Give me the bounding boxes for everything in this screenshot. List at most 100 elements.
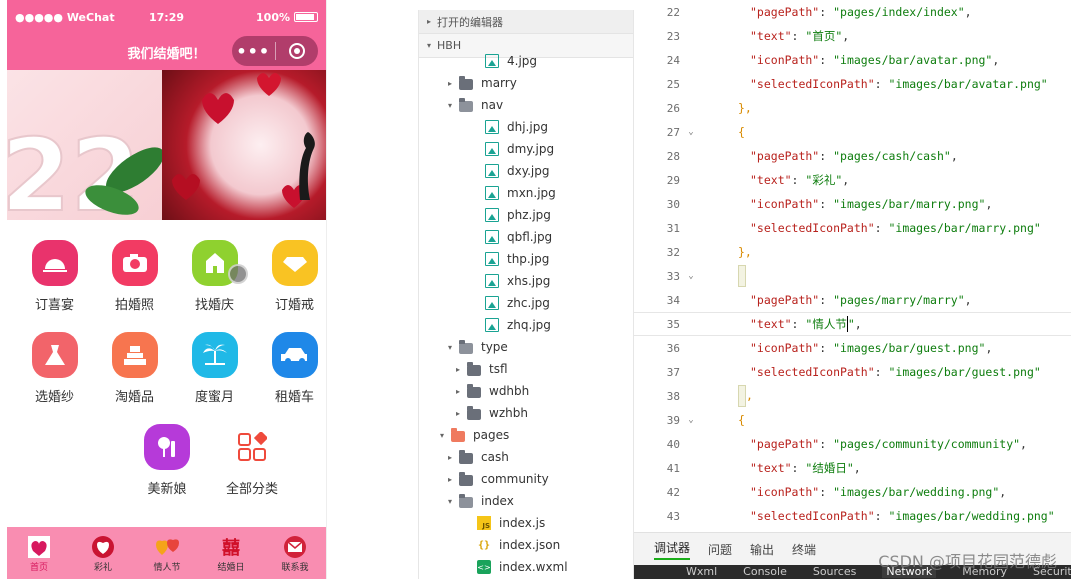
tree-item[interactable]: xhs.jpg: [419, 270, 633, 292]
pages-folder-icon: [451, 427, 465, 442]
tree-item-label: dxy.jpg: [507, 164, 550, 178]
expanded-arrow-icon: ▾: [447, 100, 452, 110]
open-editors-section[interactable]: ▸ 打开的编辑器: [419, 10, 633, 34]
grid-item-ring[interactable]: 订婚戒: [262, 228, 326, 320]
tree-item-label: nav: [481, 98, 504, 112]
tab-gift[interactable]: 彩礼: [71, 527, 135, 579]
couple-glyph: [28, 535, 50, 558]
fold-chevron-icon[interactable]: ⌄: [680, 271, 702, 281]
code-line[interactable]: 33 ⌄: [634, 264, 1071, 288]
devtools-tab-sources[interactable]: Sources: [813, 565, 857, 578]
code-line[interactable]: 25 "selectedIconPath": "images/bar/avatar…: [634, 72, 1071, 96]
code-line[interactable]: 37 "selectedIconPath": "images/bar/guest.…: [634, 360, 1071, 384]
grid-item-photo[interactable]: 拍婚照: [102, 228, 167, 320]
fold-chevron-icon[interactable]: ⌄: [680, 415, 702, 425]
close-miniprogram-button[interactable]: [276, 36, 319, 66]
code-line[interactable]: 24 "iconPath": "images/bar/avatar.png",: [634, 48, 1071, 72]
image-file-icon: [485, 252, 499, 266]
tab-terminal[interactable]: 终端: [792, 541, 816, 558]
tree-item[interactable]: JS index.js: [419, 512, 633, 534]
code-line[interactable]: 31 "selectedIconPath": "images/bar/marry.…: [634, 216, 1071, 240]
grid-item-banquet[interactable]: 订喜宴: [22, 228, 87, 320]
tab-debugger[interactable]: 调试器: [654, 539, 691, 560]
tree-item[interactable]: ▸ cash: [419, 446, 633, 468]
tree-item[interactable]: ▾ nav: [419, 94, 633, 116]
code-line[interactable]: 30 "iconPath": "images/bar/marry.png",: [634, 192, 1071, 216]
line-number: 37: [666, 365, 680, 379]
code-line[interactable]: 39 ⌄ {: [634, 408, 1071, 432]
grid-item-label: 美新娘: [147, 482, 187, 497]
code-lines: 22 "pagePath": "pages/index/index", 23 "tex…: [634, 0, 1071, 528]
grid-item-car[interactable]: 租婚车: [262, 320, 326, 412]
code-line[interactable]: 35 "text": "情人节",: [634, 312, 1071, 336]
tree-item[interactable]: ▸ marry: [419, 72, 633, 94]
tree-item[interactable]: ▾ index: [419, 490, 633, 512]
tree-item[interactable]: ▸ wdhbh: [419, 380, 633, 402]
code-line[interactable]: 36 "iconPath": "images/bar/guest.png",: [634, 336, 1071, 360]
tree-item[interactable]: ▸ tsfl: [419, 358, 633, 380]
code-line[interactable]: 41 "text": "结婚日",: [634, 456, 1071, 480]
tree-item-label: index.json: [499, 538, 561, 552]
grid-item-label: 全部分类: [225, 482, 278, 497]
tree-item[interactable]: mxn.jpg: [419, 182, 633, 204]
tree-item[interactable]: dxy.jpg: [419, 160, 633, 182]
grid-item-dress[interactable]: 选婚纱: [22, 320, 87, 412]
tree-item[interactable]: ▾ pages: [419, 424, 633, 446]
devtools-tab-wxml[interactable]: Wxml: [686, 565, 717, 578]
code-line[interactable]: 34 "pagePath": "pages/marry/marry",: [634, 288, 1071, 312]
tree-item[interactable]: phz.jpg: [419, 204, 633, 226]
more-menu-button[interactable]: •••: [232, 36, 275, 66]
grid-item-bride[interactable]: 美新娘: [132, 412, 202, 504]
tab-label: 情人节: [153, 562, 181, 573]
code-line[interactable]: 22 "pagePath": "pages/index/index",: [634, 0, 1071, 24]
tree-item[interactable]: qbfl.jpg: [419, 226, 633, 248]
code-text: "text": "结婚日",: [750, 461, 861, 475]
tree-item[interactable]: zhc.jpg: [419, 292, 633, 314]
tree-item[interactable]: {} index.json: [419, 534, 633, 556]
code-line[interactable]: 26},: [634, 96, 1071, 120]
makeup-glyph: [158, 437, 175, 457]
tree-item-label: cash: [481, 450, 509, 464]
tree-item[interactable]: dhj.jpg: [419, 116, 633, 138]
code-text: "pagePath": "pages/community/community",: [750, 437, 1027, 451]
tab-problems[interactable]: 问题: [708, 541, 732, 558]
code-editor[interactable]: 22 "pagePath": "pages/index/index", 23 "tex…: [634, 0, 1071, 532]
image-file-icon: [485, 164, 499, 178]
tree-item[interactable]: thp.jpg: [419, 248, 633, 270]
tree-item[interactable]: ▸ wzhbh: [419, 402, 633, 424]
tab-valentine[interactable]: 情人节: [135, 527, 199, 579]
code-line[interactable]: 32},: [634, 240, 1071, 264]
tree-item[interactable]: ▸ community: [419, 468, 633, 490]
grid-item-goods[interactable]: 淘婚品: [102, 320, 167, 412]
code-line[interactable]: 42 "iconPath": "images/bar/wedding.png",: [634, 480, 1071, 504]
grid-item-honeymoon[interactable]: 度蜜月: [182, 320, 247, 412]
tree-item[interactable]: zhq.jpg: [419, 314, 633, 336]
code-text: "text": "首页",: [750, 29, 850, 43]
folder-icon: [459, 471, 473, 486]
devtools-tab-console[interactable]: Console: [743, 565, 787, 578]
code-line[interactable]: 27 ⌄ {: [634, 120, 1071, 144]
line-number: 42: [666, 485, 680, 499]
grid-item-all-categories[interactable]: 全部分类: [217, 412, 287, 504]
code-text: ,: [702, 385, 753, 407]
image-file-icon: [485, 274, 499, 288]
folder-icon: [459, 449, 473, 464]
tree-item-label: community: [481, 472, 549, 486]
code-line[interactable]: 28 "pagePath": "pages/cash/cash",: [634, 144, 1071, 168]
tab-contact[interactable]: 联系我: [263, 527, 326, 579]
code-line[interactable]: 38,: [634, 384, 1071, 408]
tree-item[interactable]: dmy.jpg: [419, 138, 633, 160]
code-text: "iconPath": "images/bar/marry.png",: [750, 197, 993, 211]
fold-chevron-icon[interactable]: ⌄: [680, 127, 702, 137]
tree-item[interactable]: <> index.wxml: [419, 556, 633, 578]
code-line[interactable]: 43 "selectedIconPath": "images/bar/weddin…: [634, 504, 1071, 528]
tree-item[interactable]: ▾ type: [419, 336, 633, 358]
code-line[interactable]: 23 "text": "首页",: [634, 24, 1071, 48]
tab-output[interactable]: 输出: [750, 541, 774, 558]
banner-carousel[interactable]: 22: [7, 70, 326, 220]
tab-home[interactable]: 首页: [7, 527, 71, 579]
code-line[interactable]: 40 "pagePath": "pages/community/community…: [634, 432, 1071, 456]
tree-item[interactable]: 4.jpg: [419, 50, 633, 72]
tab-wedding-day[interactable]: 囍 结婚日: [199, 527, 263, 579]
code-line[interactable]: 29 "text": "彩礼",: [634, 168, 1071, 192]
